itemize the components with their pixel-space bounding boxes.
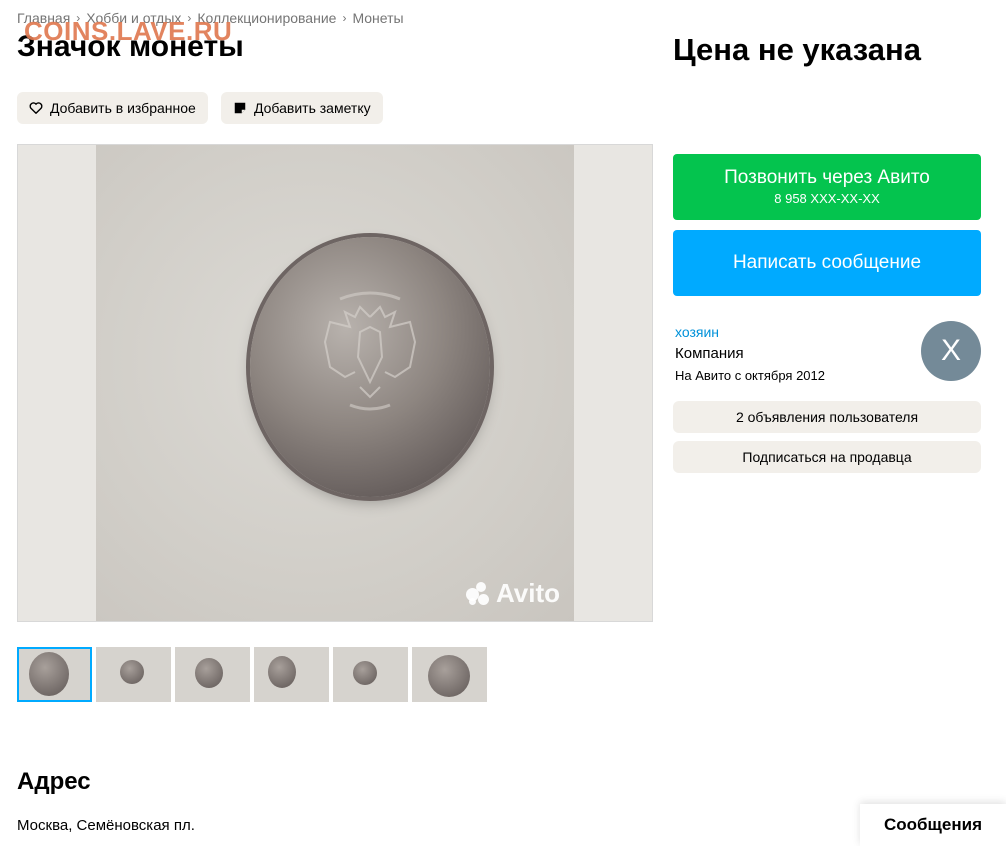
seller-since: На Авито с октября 2012 <box>675 368 825 383</box>
call-button-phone: 8 958 XXX-XX-XX <box>774 191 880 206</box>
thumbnail-strip <box>17 647 487 702</box>
main-photo[interactable]: Avito <box>17 144 653 622</box>
call-button-label: Позвонить через Авито <box>724 167 930 188</box>
messages-tab[interactable]: Сообщения <box>860 804 1006 846</box>
photo-background <box>96 145 574 621</box>
thumbnail-1[interactable] <box>17 647 92 702</box>
avito-watermark-text: Avito <box>495 578 560 608</box>
seller-avatar[interactable]: X <box>921 321 981 381</box>
subscribe-seller-button[interactable]: Подписаться на продавца <box>673 441 981 473</box>
call-button[interactable]: Позвонить через Авито 8 958 XXX-XX-XX <box>673 154 981 220</box>
eagle-emblem <box>323 291 417 411</box>
seller-ads-button[interactable]: 2 объявления пользователя <box>673 401 981 433</box>
write-message-button[interactable]: Написать сообщение <box>673 230 981 296</box>
address-text: Москва, Семёновская пл. <box>17 817 195 834</box>
thumbnail-3[interactable] <box>175 647 250 702</box>
add-note-label: Добавить заметку <box>254 100 371 116</box>
thumbnail-6[interactable] <box>412 647 487 702</box>
add-to-favorites-button[interactable]: Добавить в избранное <box>17 92 208 124</box>
avito-logo-icon <box>465 581 492 606</box>
coin-image <box>250 237 490 497</box>
chevron-right-icon: › <box>342 11 347 25</box>
note-icon <box>234 102 246 114</box>
thumbnail-4[interactable] <box>254 647 329 702</box>
address-heading: Адрес <box>17 768 91 795</box>
thumbnail-2[interactable] <box>96 647 171 702</box>
heart-icon <box>29 102 43 114</box>
seller-type: Компания <box>675 345 744 362</box>
thumbnail-5[interactable] <box>333 647 408 702</box>
add-note-button[interactable]: Добавить заметку <box>221 92 383 124</box>
add-to-favorites-label: Добавить в избранное <box>50 100 196 116</box>
avito-watermark: Avito <box>465 578 560 609</box>
breadcrumb-coins[interactable]: Монеты <box>352 10 403 26</box>
seller-name-link[interactable]: хозяин <box>675 324 719 340</box>
price: Цена не указана <box>673 32 921 67</box>
site-watermark: COINS.LAVE.RU <box>24 16 233 46</box>
